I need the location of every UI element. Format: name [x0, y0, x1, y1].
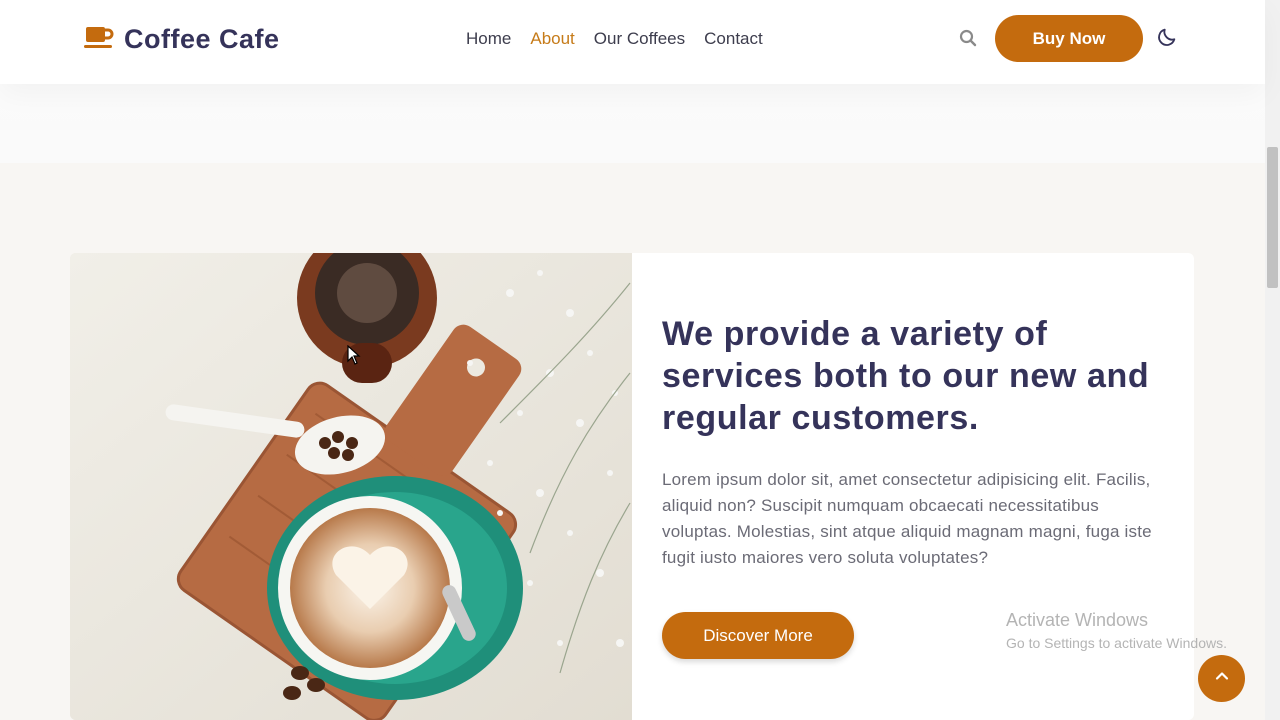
coffee-latte-photo: [70, 253, 632, 720]
site-header: Coffee Cafe Home About Our Coffees Contact …: [0, 0, 1265, 84]
activate-windows-watermark: Activate Windows Go to Settings to activ…: [1006, 610, 1227, 651]
header-shadow: [0, 84, 1265, 163]
nav-home[interactable]: Home: [466, 29, 511, 49]
buy-now-button[interactable]: Buy Now: [995, 15, 1143, 62]
moon-icon[interactable]: [1156, 26, 1178, 53]
main-nav: Home About Our Coffees Contact: [466, 29, 763, 49]
page-scrollbar[interactable]: [1265, 0, 1280, 720]
coffee-cup-icon: [84, 24, 114, 55]
nav-about[interactable]: About: [530, 29, 574, 49]
about-headline: We provide a variety of services both to…: [662, 315, 1150, 437]
scroll-to-top-button[interactable]: [1198, 655, 1245, 702]
brand-name: Coffee Cafe: [124, 24, 280, 54]
nav-contact[interactable]: Contact: [704, 29, 763, 49]
search-icon[interactable]: [959, 29, 977, 52]
chevron-up-icon: [1214, 668, 1230, 689]
brand-logo[interactable]: Coffee Cafe: [84, 24, 280, 55]
discover-more-button[interactable]: Discover More: [662, 612, 854, 659]
watermark-subtitle: Go to Settings to activate Windows.: [1006, 635, 1227, 651]
nav-our-coffees[interactable]: Our Coffees: [594, 29, 685, 49]
about-paragraph: Lorem ipsum dolor sit, amet consectetur …: [662, 470, 1152, 567]
watermark-title: Activate Windows: [1006, 610, 1149, 630]
scrollbar-thumb[interactable]: [1267, 147, 1278, 288]
mouse-cursor-icon: [347, 344, 361, 370]
about-content: We provide a variety of services both to…: [662, 313, 1162, 571]
